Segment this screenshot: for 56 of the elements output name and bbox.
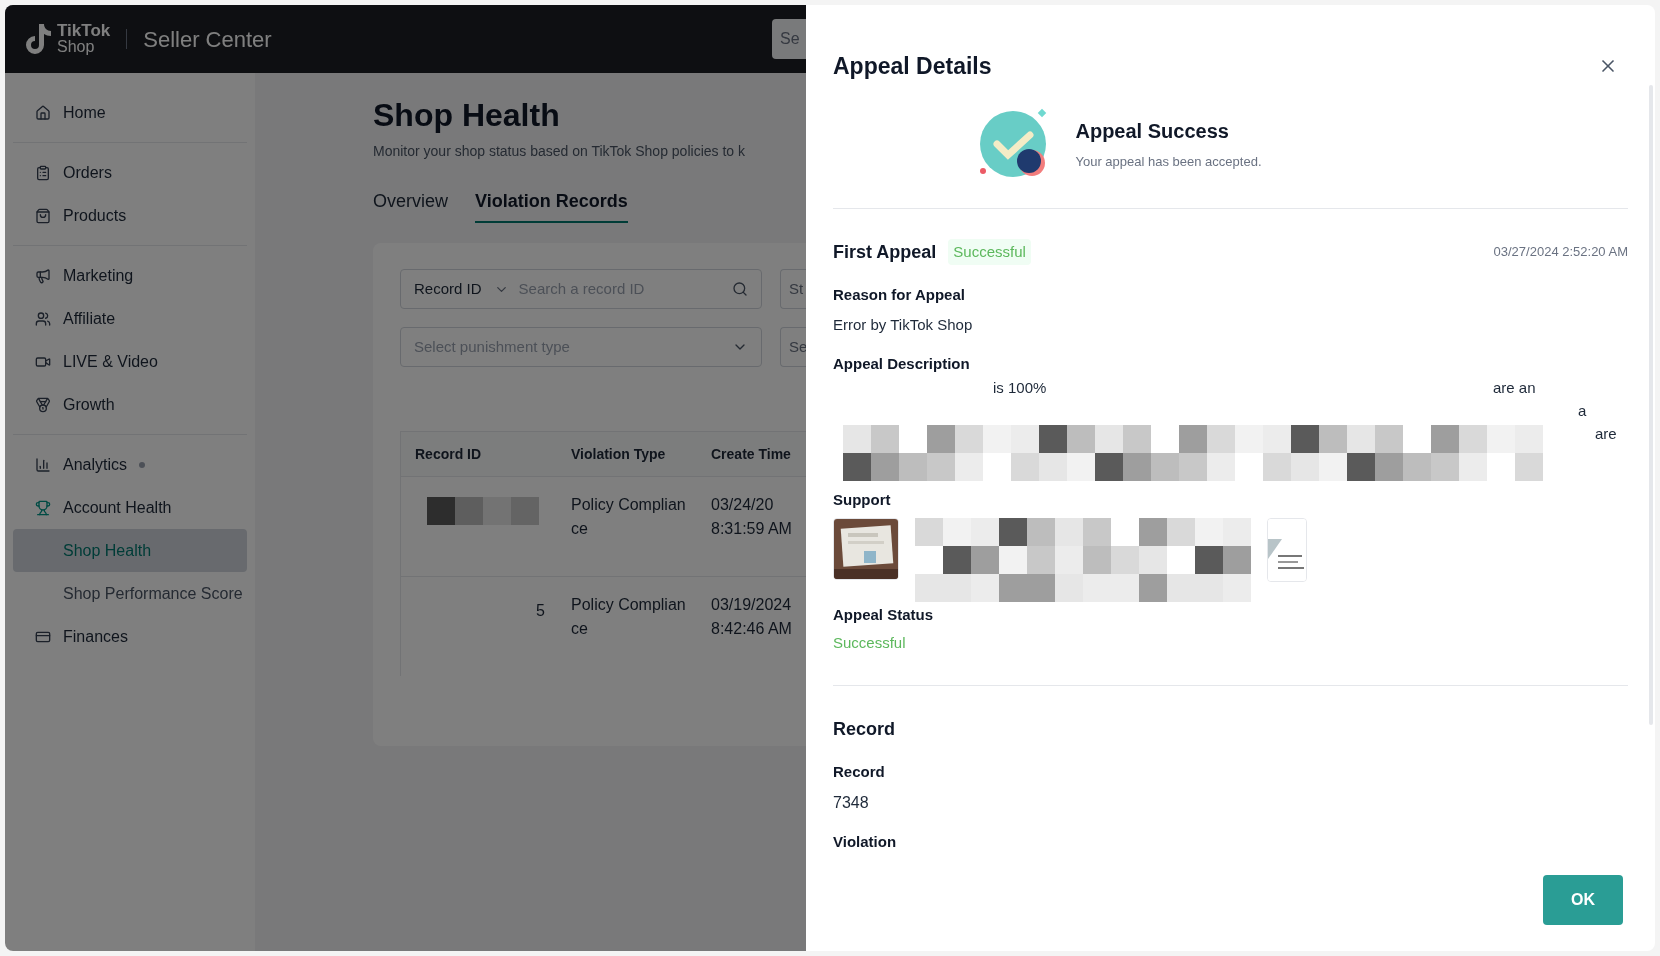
drawer-title: Appeal Details <box>833 52 992 81</box>
field-label: Reason for Appeal <box>833 284 966 305</box>
menu-icon <box>35 207 51 224</box>
menu-icon <box>35 267 51 284</box>
tab[interactable]: Overview <box>373 188 448 223</box>
page-subtitle: Monitor your shop status based on TikTok Shop policies to k <box>373 142 746 161</box>
description-fragment: are <box>1595 424 1617 444</box>
search-icon <box>732 281 748 297</box>
section-title: Record <box>833 717 896 741</box>
sidebar-item[interactable]: Products <box>13 194 247 237</box>
table-cell-text: 03/24/20 8:31:59 AM <box>711 495 792 539</box>
field-label: Appeal Description <box>833 353 971 374</box>
menu-icon <box>35 456 51 473</box>
field-label: Support <box>833 490 892 510</box>
menu-icon <box>35 164 51 181</box>
document-thumbnail <box>1267 517 1307 582</box>
table-cell-text: Policy Compliance <box>571 595 687 639</box>
description-fragment: are an <box>1493 378 1536 398</box>
ok-button[interactable]: OK <box>1543 875 1623 925</box>
menu-icon <box>35 499 51 516</box>
sidebar-item[interactable]: Growth <box>13 383 247 426</box>
sidebar-item[interactable]: Affiliate <box>13 297 247 340</box>
description-fragment: is 100% <box>993 378 1047 398</box>
sidebar-item[interactable]: Analytics <box>13 443 247 486</box>
result-text: Your appeal has been accepted. <box>1075 152 1262 171</box>
section-title: First Appeal <box>833 240 937 264</box>
logo-text: TikTok <box>57 23 111 39</box>
sidebar-item[interactable]: Finances <box>13 615 247 658</box>
table-cell-text: 03/19/2024 8:42:46 AM <box>711 595 792 639</box>
appeal-status: Successful <box>833 632 1628 686</box>
table-cell-text: Policy Compliance <box>571 495 687 539</box>
menu-icon <box>35 396 51 413</box>
tab[interactable]: Violation Records <box>475 188 628 223</box>
field-value: 7348 <box>833 793 870 813</box>
field-label: Record <box>833 761 886 782</box>
table-cell-text: 5 <box>536 601 545 621</box>
field-label: Violation <box>833 832 898 852</box>
logo-icon <box>23 22 53 56</box>
status-tag: Successful <box>948 238 1031 266</box>
menu-icon <box>35 104 51 121</box>
header-button[interactable]: Se <box>772 19 806 59</box>
sidebar-item[interactable]: Marketing <box>13 254 247 297</box>
result-title: Appeal Success <box>1075 118 1230 144</box>
description-fragment: a <box>1578 401 1587 421</box>
sidebar-item[interactable]: Account Health <box>13 486 247 529</box>
field-label: Appeal Status <box>833 604 935 625</box>
sidebar-item[interactable]: Orders <box>13 151 247 194</box>
field-value: Error by TikTok Shop <box>833 315 974 335</box>
sidebar-item[interactable]: Home <box>13 91 247 134</box>
menu-icon <box>35 310 51 327</box>
logo-text: Shop <box>57 39 96 55</box>
page-title: Shop Health <box>373 96 561 135</box>
sidebar-item[interactable]: LIVE & Video <box>13 340 247 383</box>
sidebar-subitem[interactable]: Shop Performance Score <box>13 572 247 615</box>
app-title: Seller Center <box>143 25 272 54</box>
appeal-date: 03/27/2024 2:52:20 AM <box>1493 243 1628 262</box>
